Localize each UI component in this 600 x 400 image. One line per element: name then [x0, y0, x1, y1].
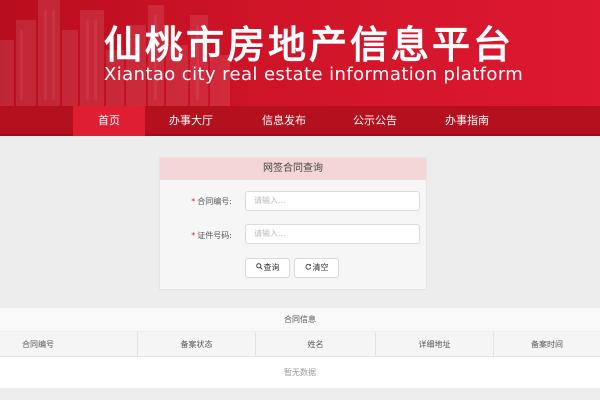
search-icon	[255, 259, 263, 277]
contract-no-input[interactable]: 请输入...	[245, 191, 420, 211]
nav-item-guide[interactable]: 办事指南	[426, 106, 508, 136]
site-subtitle: Xiantao city real estate information pla…	[104, 64, 524, 85]
nav-item-service-hall[interactable]: 办事大厅	[150, 106, 232, 136]
nav-item-announcements[interactable]: 公示公告	[334, 106, 416, 136]
table-header: 合同编号 备案状态 姓名 详细地址 备案时间	[0, 332, 600, 357]
header-banner: 仙桃市房地产信息平台 Xiantao city real estate info…	[0, 0, 600, 106]
panel-title: 网签合同查询	[160, 158, 426, 180]
page-bottom	[0, 388, 600, 400]
search-button[interactable]: 查询	[245, 258, 290, 278]
site-title: 仙桃市房地产信息平台	[104, 23, 515, 67]
column-header: 合同编号	[0, 332, 138, 357]
contract-query-panel: 网签合同查询 * 合同编号: 请输入... * 证件号码: 请输入... 查询 清空	[159, 157, 427, 290]
column-header: 备案时间	[531, 340, 563, 349]
empty-state-text: 暂无数据	[0, 357, 600, 388]
required-mark: *	[191, 231, 196, 240]
column-header: 详细地址	[376, 332, 494, 357]
column-header: 备案状态	[138, 332, 256, 357]
column-header: 姓名	[256, 332, 376, 357]
clear-button[interactable]: 清空	[294, 258, 339, 278]
refresh-icon	[305, 259, 312, 277]
id-no-input[interactable]: 请输入...	[245, 224, 420, 244]
main-nav: 首页 办事大厅 信息发布 公示公告 办事指南	[0, 106, 600, 136]
results-caption: 合同信息	[0, 308, 600, 332]
id-no-label: * 证件号码:	[191, 231, 232, 240]
required-mark: *	[191, 197, 196, 206]
contract-results-table: 合同信息 合同编号 备案状态 姓名 详细地址 备案时间 暂无数据	[0, 308, 600, 388]
nav-item-info-release[interactable]: 信息发布	[243, 106, 325, 136]
nav-item-home[interactable]: 首页	[73, 106, 145, 136]
contract-no-label: * 合同编号:	[191, 197, 232, 206]
